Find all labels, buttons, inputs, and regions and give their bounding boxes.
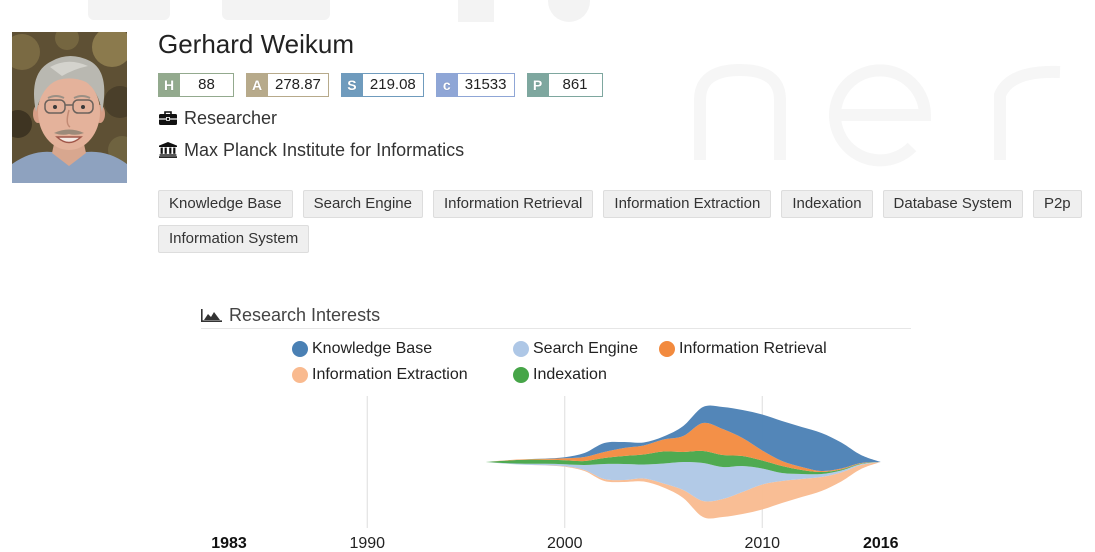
position-text: Researcher xyxy=(184,107,278,128)
research-interests-header: Research Interests xyxy=(201,303,911,329)
legend-label: Information Retrieval xyxy=(679,340,827,357)
affiliation-line: Max Planck Institute for Informatics xyxy=(158,138,464,162)
affiliation-text: Max Planck Institute for Informatics xyxy=(184,139,465,160)
metric-badge-c: c 31533 xyxy=(435,73,515,97)
metrics-row: H 88 A 278.87 S 219.08 c 31533 P 861 xyxy=(158,73,603,97)
legend-swatch xyxy=(513,367,529,383)
tag[interactable]: Information Retrieval xyxy=(433,190,594,218)
metric-value: 219.08 xyxy=(362,73,424,97)
tag[interactable]: Database System xyxy=(882,190,1023,218)
chart-legend: Knowledge Base Search Engine Information… xyxy=(292,336,827,388)
watermark-shape xyxy=(548,0,590,22)
metric-letter: A xyxy=(246,73,268,97)
tag[interactable]: Knowledge Base xyxy=(158,190,293,218)
research-interests-streamgraph: 1983 1990 2000 2010 2016 xyxy=(211,396,899,552)
interest-tags: Knowledge Base Search Engine Information… xyxy=(158,190,1090,253)
profile-photo xyxy=(12,32,127,183)
watermark-shape xyxy=(88,0,170,20)
metric-value: 861 xyxy=(548,73,603,97)
legend-swatch xyxy=(292,341,308,357)
legend-item-indexation[interactable]: Indexation xyxy=(513,362,659,388)
researcher-name: Gerhard Weikum xyxy=(158,29,355,59)
legend-label: Search Engine xyxy=(533,340,638,357)
metric-badge-a: A 278.87 xyxy=(246,73,329,97)
tag[interactable]: Information System xyxy=(158,225,310,253)
legend-label: Knowledge Base xyxy=(312,340,433,357)
briefcase-icon xyxy=(158,110,178,126)
legend-item-knowledge-base[interactable]: Knowledge Base xyxy=(292,336,513,362)
metric-badge-s: S 219.08 xyxy=(340,73,424,97)
x-tick-label-2000: 2000 xyxy=(547,535,583,552)
legend-item-search-engine[interactable]: Search Engine xyxy=(513,336,659,362)
x-tick-label-2016: 2016 xyxy=(863,535,899,552)
legend-item-information-extraction[interactable]: Information Extraction xyxy=(292,362,513,388)
legend-swatch xyxy=(292,367,308,383)
legend-label: Indexation xyxy=(533,366,607,383)
metric-value: 31533 xyxy=(457,73,515,97)
tag[interactable]: Information Extraction xyxy=(603,190,772,218)
section-title: Research Interests xyxy=(229,304,381,325)
tag[interactable]: Indexation xyxy=(781,190,873,218)
metric-letter: H xyxy=(158,73,180,97)
metric-letter: P xyxy=(526,73,549,97)
tag[interactable]: Search Engine xyxy=(302,190,423,218)
metric-badge-h: H 88 xyxy=(158,73,234,97)
watermark-shape xyxy=(222,0,330,20)
tag[interactable]: P2p xyxy=(1032,190,1082,218)
x-tick-label-1983: 1983 xyxy=(211,535,247,552)
watermark-shape xyxy=(458,0,494,22)
metric-value: 88 xyxy=(180,73,234,97)
metric-letter: S xyxy=(340,73,363,97)
area-chart-icon xyxy=(201,309,223,323)
x-tick-label-2010: 2010 xyxy=(744,535,780,552)
position-line: Researcher xyxy=(158,106,277,130)
legend-label: Information Extraction xyxy=(312,366,468,383)
metric-value: 278.87 xyxy=(268,73,329,97)
x-tick-label-1990: 1990 xyxy=(349,535,385,552)
institution-icon xyxy=(158,142,178,158)
legend-item-information-retrieval[interactable]: Information Retrieval xyxy=(659,336,827,362)
stream-layers xyxy=(485,405,881,519)
legend-swatch xyxy=(659,341,675,357)
x-axis: 1983 1990 2000 2010 2016 xyxy=(211,535,898,552)
metric-badge-p: P 861 xyxy=(526,73,603,97)
metric-letter: c xyxy=(435,73,458,97)
legend-swatch xyxy=(513,341,529,357)
